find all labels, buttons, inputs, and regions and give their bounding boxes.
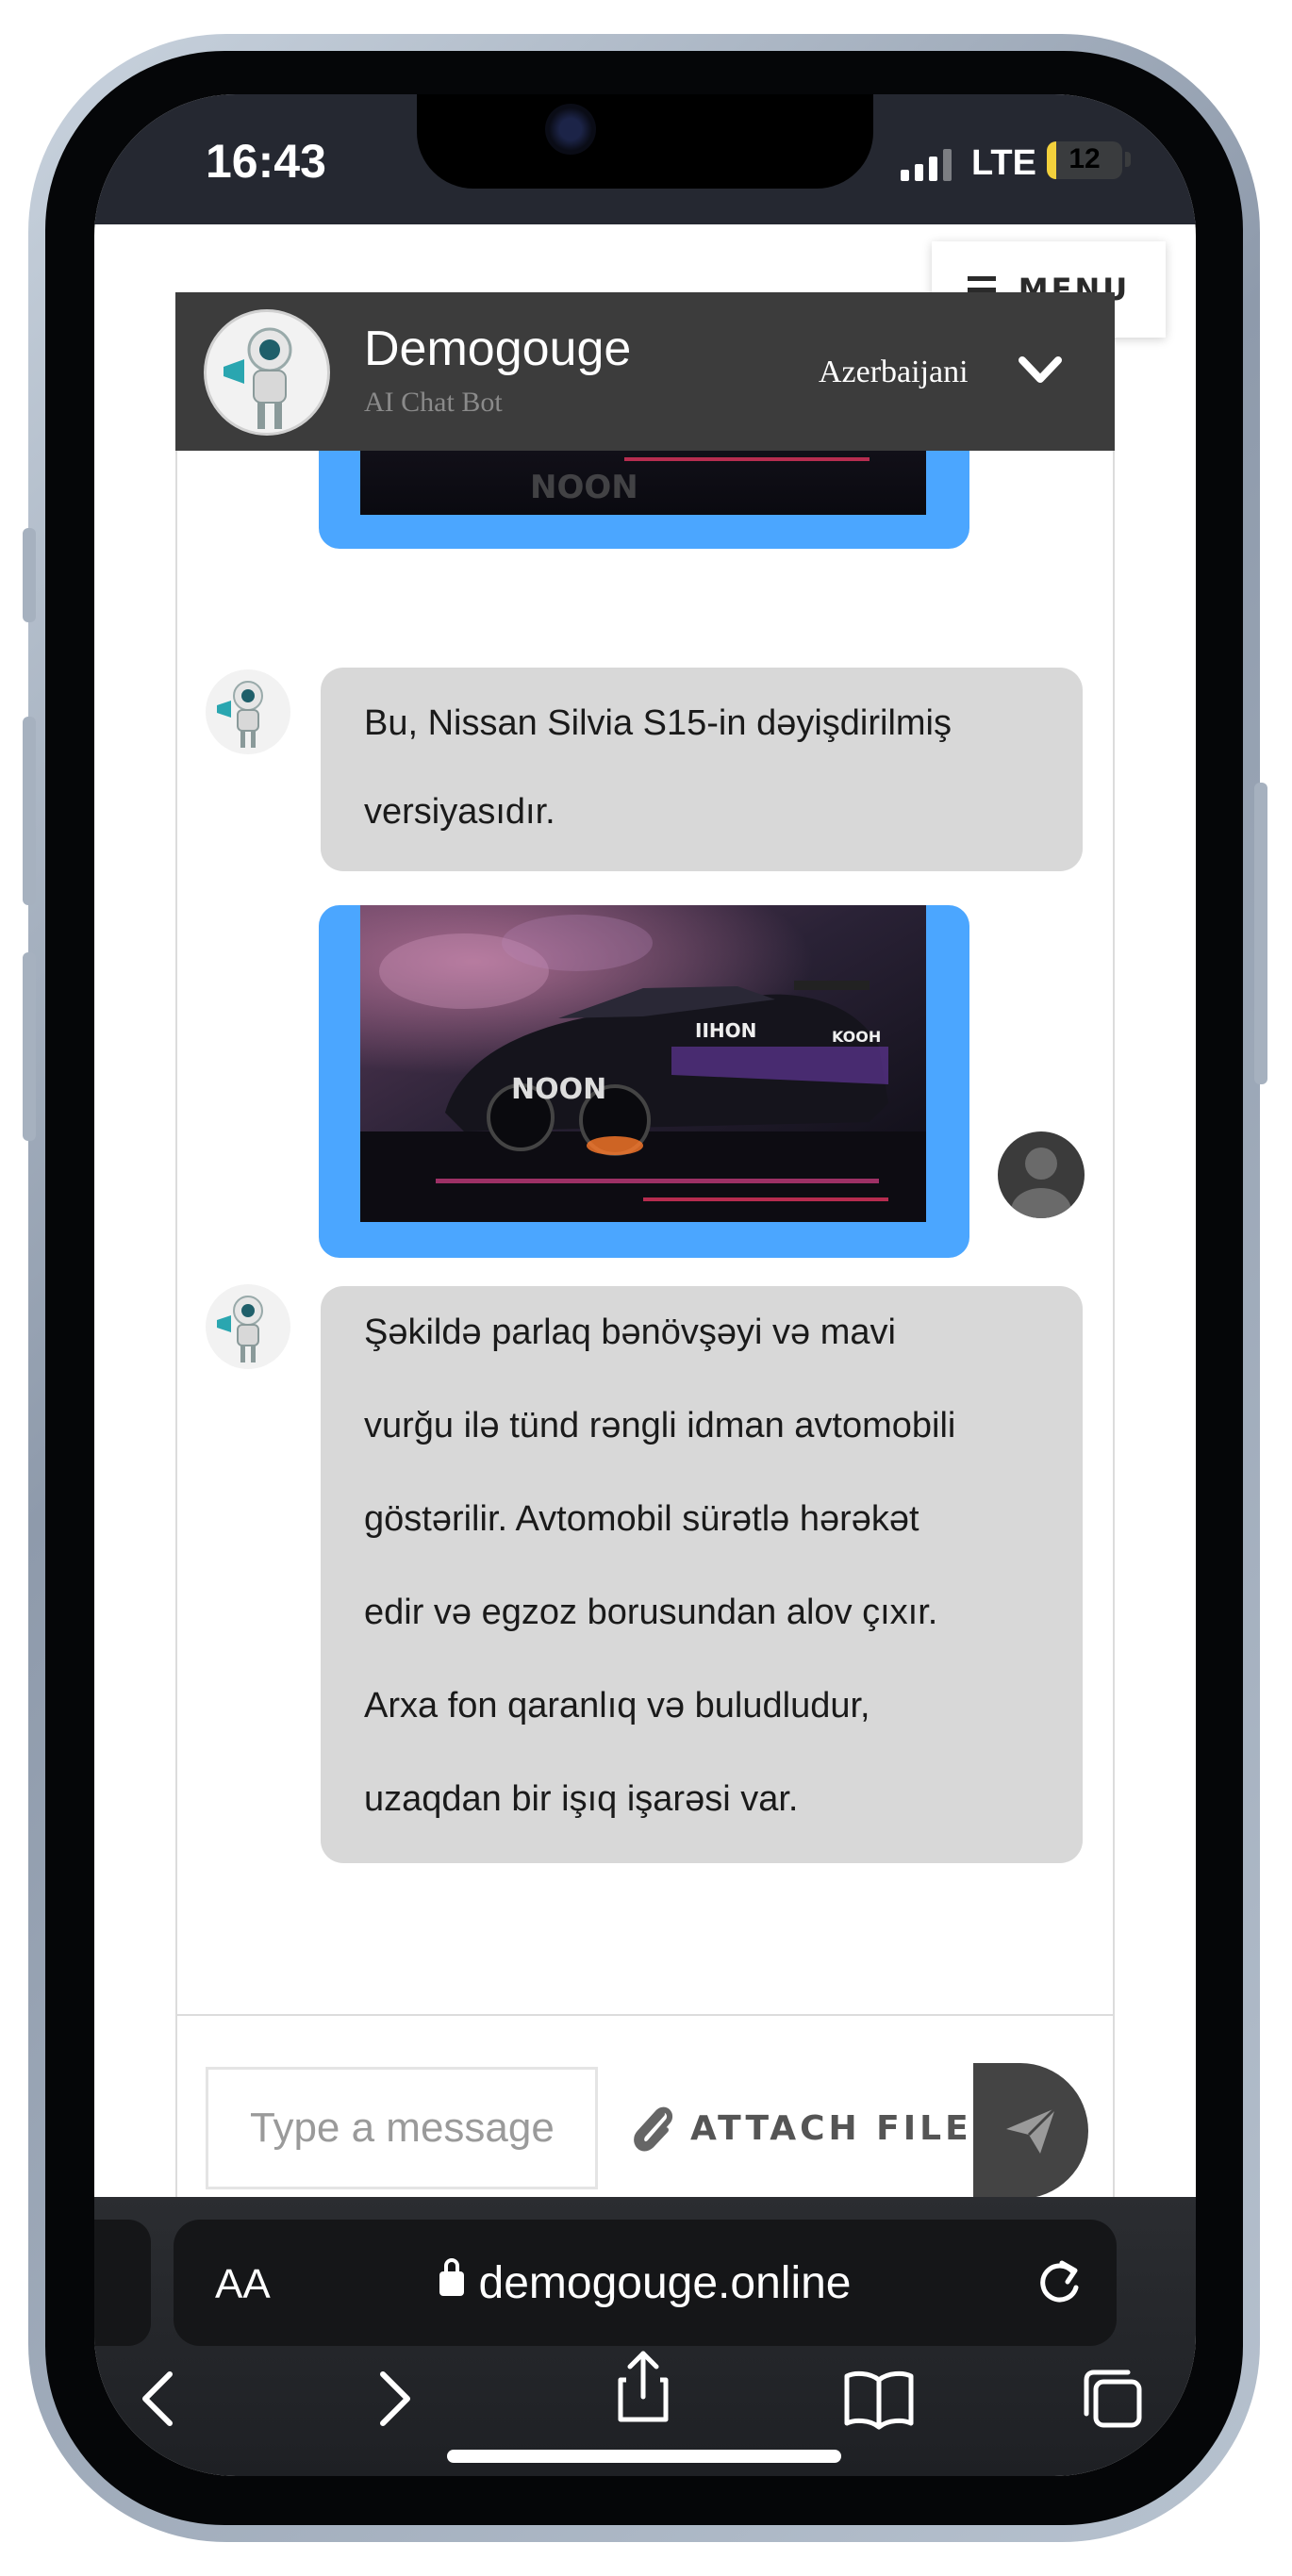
bookmarks-icon[interactable]	[841, 2361, 917, 2436]
bot-message: Şəkildə parlaq bənövşəyi və mavi vurğu i…	[321, 1286, 1083, 1863]
volume-up-button	[23, 717, 36, 905]
power-button	[1254, 783, 1267, 1084]
notch	[417, 94, 873, 189]
share-icon[interactable]	[605, 2348, 681, 2423]
bot-name: Demogouge	[364, 322, 632, 376]
send-icon	[1006, 2106, 1057, 2154]
bot-message-line: Arxa fon qaranlıq və buludludur,	[364, 1686, 870, 1726]
browser-toolbar: AA demogouge.online	[94, 2197, 1196, 2476]
svg-text:NOON: NOON	[530, 469, 638, 506]
forward-icon[interactable]	[355, 2361, 430, 2436]
bot-avatar	[204, 309, 330, 436]
chat-header: Demogouge AI Chat Bot Azerbaijani	[175, 292, 1115, 451]
bot-message-line: edir və egzoz borusundan alov çıxır.	[364, 1593, 938, 1632]
front-camera	[545, 104, 596, 155]
home-indicator[interactable]	[447, 2450, 841, 2463]
bot-message: Bu, Nissan Silvia S15-in dəyişdirilmiş v…	[321, 668, 1083, 871]
battery-tip	[1125, 152, 1131, 167]
paperclip-icon	[634, 2106, 673, 2152]
status-time: 16:43	[206, 135, 326, 188]
mute-switch	[23, 528, 36, 622]
car-decal-text: NOON	[511, 1073, 606, 1106]
previous-tab[interactable]	[94, 2220, 151, 2346]
chat-window	[175, 292, 1115, 2225]
volume-down-button	[23, 952, 36, 1141]
reload-icon[interactable]	[1032, 2254, 1088, 2310]
composer-divider	[175, 2014, 1115, 2016]
attach-file-label: ATTACH FILE	[690, 2108, 972, 2148]
message-input[interactable]	[206, 2067, 598, 2189]
address-bar[interactable]: AA demogouge.online	[174, 2220, 1117, 2346]
bot-message-text: Bu, Nissan Silvia S15-in dəyişdirilmiş v…	[364, 703, 952, 832]
url-display[interactable]: demogouge.online	[174, 2257, 1117, 2309]
url-text: demogouge.online	[478, 2258, 852, 2308]
network-label: LTE	[971, 143, 1036, 183]
car-decal-text: IIHON	[695, 1019, 756, 1042]
battery-icon: 12	[1047, 141, 1122, 179]
bot-avatar-small	[206, 1284, 290, 1369]
bot-subtitle: AI Chat Bot	[364, 387, 503, 418]
bot-message-line: Şəkildə parlaq bənövşəyi və mavi	[364, 1313, 896, 1352]
bot-message-line: uzaqdan bir işıq işarəsi var.	[364, 1779, 799, 1819]
car-image: NOON IIHON KOOH	[360, 905, 926, 1222]
bot-message-line: göstərilir. Avtomobil sürətlə hərəkət	[364, 1499, 919, 1539]
bot-message-line: vurğu ilə tünd rəngli idman avtomobili	[364, 1406, 956, 1445]
bot-avatar-small	[206, 669, 290, 754]
phone-screen: 16:43 LTE 12 MENU NOON Demogouge AI Chat…	[94, 94, 1196, 2476]
user-avatar	[998, 1131, 1085, 1218]
lock-icon	[439, 2258, 464, 2296]
user-image-message[interactable]: NOON IIHON KOOH	[319, 905, 969, 1258]
status-bar: 16:43 LTE 12	[94, 94, 1196, 224]
tabs-icon[interactable]	[1075, 2361, 1151, 2436]
attach-file-button[interactable]: ATTACH FILE	[628, 2101, 972, 2155]
signal-icon	[901, 149, 952, 181]
language-selector[interactable]: Azerbaijani	[819, 355, 969, 390]
battery-percent: 12	[1068, 143, 1101, 174]
back-icon[interactable]	[123, 2361, 198, 2436]
chevron-down-icon[interactable]	[1015, 351, 1066, 388]
car-decal-text: KOOH	[832, 1028, 881, 1046]
